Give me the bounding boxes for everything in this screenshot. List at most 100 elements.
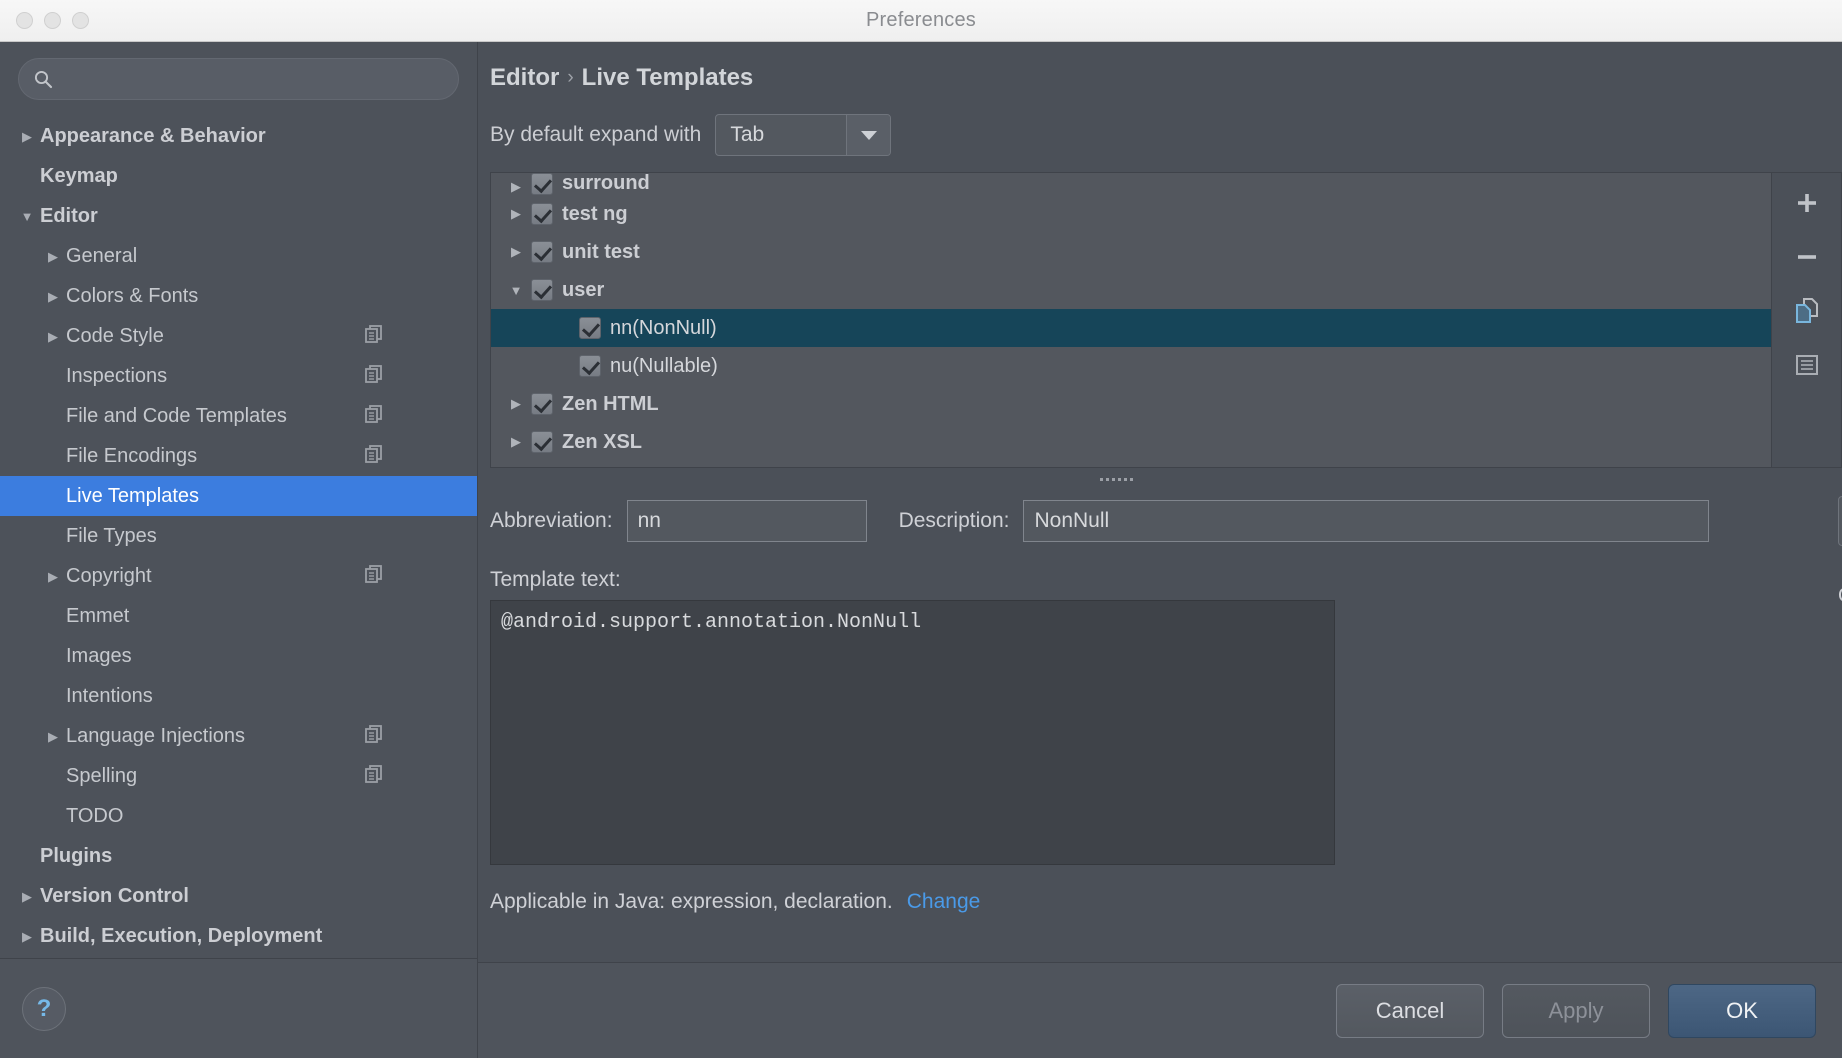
sidebar-item-live-templates[interactable]: Live Templates xyxy=(0,476,477,516)
splitter-grip-icon xyxy=(1099,477,1133,481)
sidebar-item-label: Copyright xyxy=(66,564,152,587)
reformat-according-to-style-checkbox-row[interactable]: Reformat according to style xyxy=(1838,684,1842,708)
options-section-header: Options xyxy=(1838,584,1842,608)
use-static-import-checkbox-row[interactable]: Use static import if possible xyxy=(1838,720,1842,744)
chevron-right-icon[interactable]: ▶ xyxy=(40,730,66,743)
chevron-right-icon[interactable]: ▶ xyxy=(14,890,40,903)
sidebar-item-file-and-code-templates[interactable]: File and Code Templates xyxy=(0,396,477,436)
chevron-right-icon[interactable]: ▶ xyxy=(40,330,66,343)
search-input[interactable] xyxy=(61,69,444,89)
sidebar-item-inspections[interactable]: Inspections xyxy=(0,356,477,396)
default-expand-dropdown-button[interactable] xyxy=(846,115,891,155)
apply-button[interactable]: Apply xyxy=(1502,983,1650,1038)
chevron-right-icon[interactable]: ▶ xyxy=(14,130,40,143)
remove-button[interactable] xyxy=(1787,237,1827,277)
description-input[interactable] xyxy=(1023,500,1710,542)
settings-copy-indicator-icon xyxy=(363,563,385,590)
template-tree-row[interactable]: nu (Nullable) xyxy=(491,347,1771,385)
sidebar-item-file-encodings[interactable]: File Encodings xyxy=(0,436,477,476)
sidebar-item-languages-frameworks[interactable]: ▶Languages & Frameworks xyxy=(0,956,477,958)
edit-variables-button[interactable]: Edit variables xyxy=(1838,496,1842,546)
template-enabled-checkbox[interactable] xyxy=(531,203,553,225)
template-tree-row-label: surround xyxy=(562,173,650,194)
chevron-down-icon[interactable]: ▼ xyxy=(501,283,531,298)
options-title: Options xyxy=(1838,584,1842,608)
edit-group-button[interactable] xyxy=(1787,345,1827,385)
sidebar-item-plugins[interactable]: Plugins xyxy=(0,836,477,876)
chevron-right-icon[interactable]: ▶ xyxy=(501,244,531,260)
template-tree-row[interactable]: ▶ surround xyxy=(491,173,1771,195)
template-enabled-checkbox[interactable] xyxy=(531,279,553,301)
chevron-right-icon[interactable]: ▶ xyxy=(40,570,66,583)
chevron-right-icon[interactable]: ▶ xyxy=(501,179,531,195)
settings-category-tree[interactable]: ▶ Appearance & Behavior Keymap ▼ Editor ▶ Gene… xyxy=(0,110,477,958)
sidebar-item-keymap[interactable]: Keymap xyxy=(0,156,477,196)
template-enabled-checkbox[interactable] xyxy=(579,355,601,377)
template-tree-row[interactable]: nn (NonNull) xyxy=(491,309,1771,347)
copy-icon xyxy=(1795,298,1818,323)
template-tree-row[interactable]: ▶ unit test xyxy=(491,233,1771,271)
sidebar-item-label: General xyxy=(66,244,138,267)
search-box[interactable] xyxy=(18,58,459,100)
abbreviation-input[interactable] xyxy=(626,500,867,542)
default-expand-dropdown[interactable]: Tab xyxy=(715,114,892,156)
shorten-fq-names-checkbox-row[interactable]: Shorten FQ names xyxy=(1838,756,1842,780)
template-tree-row[interactable]: ▼ user xyxy=(491,271,1771,309)
sidebar-item-file-types[interactable]: File Types xyxy=(0,516,477,556)
chevron-right-icon[interactable]: ▶ xyxy=(14,930,40,943)
sidebar-item-copyright[interactable]: ▶ Copyright xyxy=(0,556,477,596)
template-text-editor[interactable]: @android.support.annotation.NonNull xyxy=(490,600,1335,865)
chevron-down-icon[interactable]: ▼ xyxy=(14,210,40,223)
breadcrumb-leaf: Live Templates xyxy=(581,64,754,91)
template-enabled-checkbox[interactable] xyxy=(579,317,601,339)
search-icon xyxy=(34,70,53,89)
template-enabled-checkbox[interactable] xyxy=(531,173,553,195)
template-tree-row[interactable]: ▶ Zen XSL xyxy=(491,423,1771,461)
templates-tree[interactable]: ▶ surround ▶ test ng ▶ unit test ▼ user nn (NonN… xyxy=(490,172,1772,468)
breadcrumb-separator-icon: › xyxy=(567,67,574,88)
change-context-link[interactable]: Change xyxy=(907,890,981,914)
sidebar-item-label: Plugins xyxy=(40,844,113,867)
template-tree-row-label: Zen XSL xyxy=(562,430,643,453)
chevron-right-icon[interactable]: ▶ xyxy=(40,250,66,263)
template-tree-row-label: test ng xyxy=(562,202,628,225)
chevron-right-icon[interactable]: ▶ xyxy=(501,206,531,222)
sidebar-item-general[interactable]: ▶ General xyxy=(0,236,477,276)
panel-splitter[interactable] xyxy=(490,472,1742,486)
cancel-button[interactable]: Cancel xyxy=(1336,983,1484,1038)
minus-icon xyxy=(1797,255,1816,259)
template-enabled-checkbox[interactable] xyxy=(531,393,553,415)
template-tree-row[interactable]: ▶ test ng xyxy=(491,195,1771,233)
help-button[interactable]: ? xyxy=(22,986,66,1031)
ok-button[interactable]: OK xyxy=(1668,983,1816,1038)
template-enabled-checkbox[interactable] xyxy=(531,431,553,453)
sidebar-item-label: File Encodings xyxy=(66,444,198,467)
sidebar-item-code-style[interactable]: ▶ Code Style xyxy=(0,316,477,356)
chevron-right-icon[interactable]: ▶ xyxy=(501,396,531,412)
template-tree-row[interactable]: ▶ Zen HTML xyxy=(491,385,1771,423)
sidebar-item-todo[interactable]: TODO xyxy=(0,796,477,836)
sidebar-item-language-injections[interactable]: ▶ Language Injections xyxy=(0,716,477,756)
sidebar-item-intentions[interactable]: Intentions xyxy=(0,676,477,716)
chevron-right-icon[interactable]: ▶ xyxy=(501,434,531,450)
sidebar-item-version-control[interactable]: ▶ Version Control xyxy=(0,876,477,916)
chevron-right-icon[interactable]: ▶ xyxy=(40,290,66,303)
sidebar-item-images[interactable]: Images xyxy=(0,636,477,676)
applicable-context-row: Applicable in Java: expression, declarat… xyxy=(490,890,1842,914)
sidebar-item-label: Spelling xyxy=(66,764,138,787)
sidebar-item-build-execution-deployment[interactable]: ▶ Build, Execution, Deployment xyxy=(0,916,477,956)
help-bar: ? xyxy=(0,958,477,1058)
breadcrumb-root[interactable]: Editor xyxy=(490,64,559,92)
sidebar-item-label: Images xyxy=(66,644,132,667)
plus-icon xyxy=(1797,194,1816,212)
add-button[interactable] xyxy=(1787,183,1827,223)
sidebar-item-editor[interactable]: ▼ Editor xyxy=(0,196,477,236)
copy-icon xyxy=(365,764,382,783)
template-enabled-checkbox[interactable] xyxy=(531,241,553,263)
settings-copy-indicator-icon xyxy=(363,443,385,470)
sidebar-item-appearance-behavior[interactable]: ▶ Appearance & Behavior xyxy=(0,116,477,156)
sidebar-item-colors-fonts[interactable]: ▶ Colors & Fonts xyxy=(0,276,477,316)
duplicate-button[interactable] xyxy=(1787,291,1827,331)
sidebar-item-emmet[interactable]: Emmet xyxy=(0,596,477,636)
sidebar-item-spelling[interactable]: Spelling xyxy=(0,756,477,796)
